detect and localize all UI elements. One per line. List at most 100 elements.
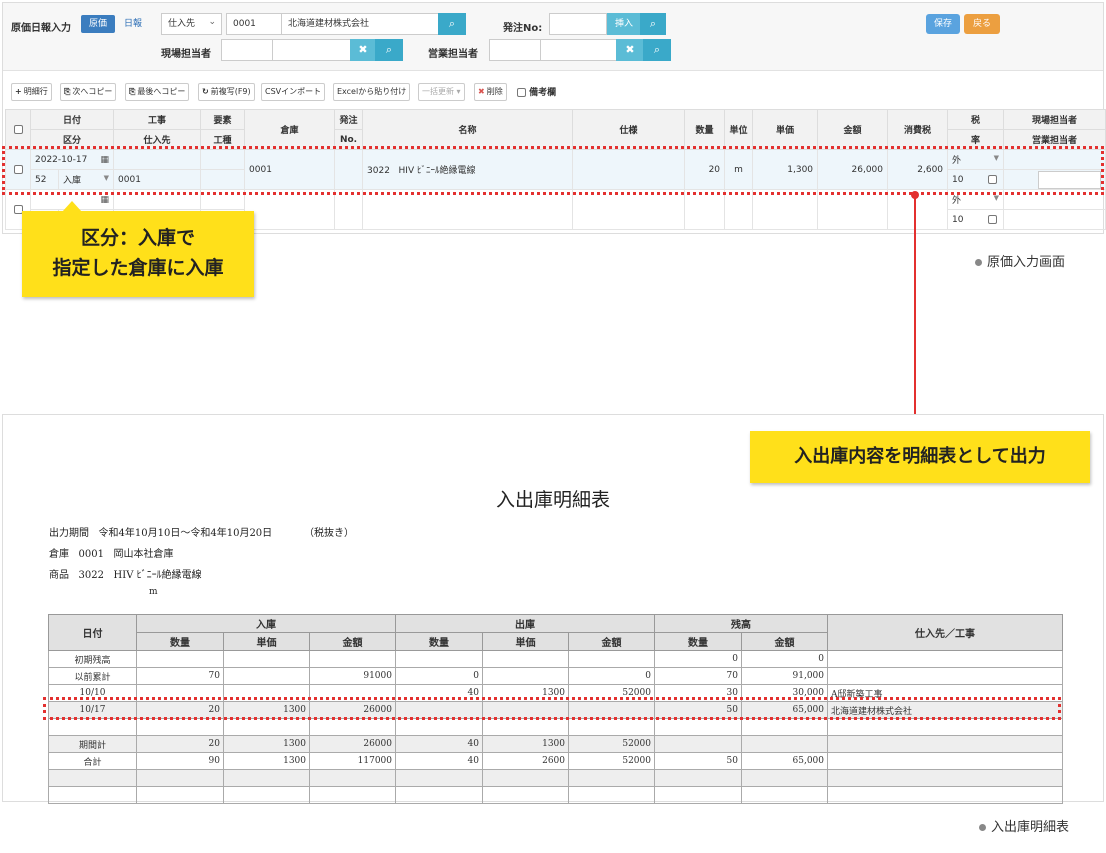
form-header: 原価日報入力 原価 日報 仕入先 0001 北海道建材株式会社 ⌕ 発注No: …: [3, 3, 1103, 71]
add-row-button[interactable]: + 明細行: [11, 83, 52, 101]
supplier-type-select[interactable]: 仕入先: [161, 13, 222, 35]
name-cell[interactable]: [362, 189, 574, 230]
r-out-qty: [395, 769, 483, 787]
r-out-price: 1300: [482, 735, 569, 753]
copy-next-button[interactable]: ⎘ 次へコピー: [60, 83, 117, 101]
r-bal-qty: [654, 786, 742, 804]
select-all-header: [5, 109, 31, 150]
site-mgr-header: 現場担当者: [1003, 109, 1106, 130]
r-bal-qty: 50: [654, 752, 742, 770]
entry-row-highlight: [2, 146, 1104, 195]
amount-cell[interactable]: [817, 189, 889, 230]
site-manager-code-input[interactable]: [221, 39, 273, 61]
site-manager-clear-button[interactable]: ✖: [350, 39, 376, 61]
r-out-amount: [568, 650, 655, 668]
order-no-label: 発注No:: [503, 23, 543, 34]
bullet-icon: [975, 259, 982, 266]
r-bal-qty: 70: [654, 667, 742, 685]
report-row: [48, 786, 1063, 804]
r-bal-amount: [741, 786, 828, 804]
site-manager-name-input[interactable]: [272, 39, 352, 61]
sales-manager-clear-button[interactable]: ✖: [616, 39, 644, 61]
supplier-name-input[interactable]: 北海道建材株式会社: [281, 13, 439, 35]
unit-header: 単位: [724, 109, 754, 150]
r-in-amount: 26000: [309, 735, 396, 753]
r-in-price: 1300: [223, 735, 310, 753]
warehouse-cell[interactable]: [244, 189, 336, 230]
r-out-price: 2600: [482, 752, 569, 770]
mode-cost-button[interactable]: 原価: [81, 15, 115, 33]
sales-manager-name-input[interactable]: [540, 39, 618, 61]
report-item: 商品 3022 HIV ﾋﾞﾆｰﾙ絶縁電線: [49, 566, 202, 581]
report-row: 以前累計 70 91000 0 0 70 91,000: [48, 667, 1063, 685]
r-supplier-header: 仕入先／工事: [827, 614, 1063, 651]
sales-manager-code-input[interactable]: [489, 39, 541, 61]
delete-icon: ✖: [478, 87, 485, 96]
report-title: 入出庫明細表: [495, 489, 610, 511]
bulk-update-button[interactable]: 一括更新 ▾: [418, 83, 465, 101]
supplier-type-value: 仕入先: [168, 19, 196, 29]
item-code: 3022: [78, 570, 104, 581]
supplier-code-input[interactable]: 0001: [226, 13, 282, 35]
calendar-icon[interactable]: ▦: [101, 195, 110, 205]
unit-cell[interactable]: [724, 189, 754, 230]
cost-entry-screen: 原価日報入力 原価 日報 仕入先 0001 北海道建材株式会社 ⌕ 発注No: …: [2, 2, 1106, 234]
delete-button[interactable]: ✖ 削除: [474, 83, 507, 101]
copy-previous-label: 前複写(F9): [210, 87, 251, 96]
order-no-cell[interactable]: [334, 189, 364, 230]
r-supplier: [827, 769, 1063, 787]
plus-icon: +: [15, 87, 22, 96]
rate-cell[interactable]: 10: [947, 209, 1005, 230]
order-search-button[interactable]: ⌕: [640, 13, 666, 35]
search-icon: ⌕: [653, 43, 661, 56]
r-supplier: [827, 735, 1063, 753]
copy-icon: ⎘: [129, 87, 136, 96]
insert-button[interactable]: 挿入: [607, 13, 641, 35]
sales-mgr-cell[interactable]: [1003, 209, 1106, 230]
r-out-price: [482, 650, 569, 668]
remarks-toggle[interactable]: 備考欄: [517, 85, 556, 98]
caption-screen: 原価入力画面: [975, 251, 1065, 270]
sales-manager-search-button[interactable]: ⌕: [643, 39, 671, 61]
r-supplier: [827, 650, 1063, 668]
warehouse-code: 0001: [78, 549, 104, 560]
qty-cell[interactable]: [684, 189, 726, 230]
back-button[interactable]: 戻る: [964, 14, 1000, 34]
site-manager-search-button[interactable]: ⌕: [375, 39, 403, 61]
r-out-price-header: 単価: [482, 632, 569, 651]
r-bal-qty: [654, 718, 742, 736]
callout-warehouse-in: 区分：入庫で 指定した倉庫に入庫: [22, 201, 254, 297]
save-button[interactable]: 保存: [926, 14, 960, 34]
tax-checkbox[interactable]: [988, 214, 998, 224]
select-all-checkbox[interactable]: [13, 124, 23, 134]
r-date: 期間計: [48, 735, 137, 753]
csv-import-button[interactable]: CSVインポート: [261, 83, 326, 101]
report-row: [48, 718, 1063, 736]
callout-line2: 指定した倉庫に入庫: [52, 257, 224, 279]
spec-cell[interactable]: [572, 189, 686, 230]
r-out-header: 出庫: [395, 614, 655, 633]
unit-price-cell[interactable]: [752, 189, 819, 230]
caption-screen-text: 原価入力画面: [987, 255, 1066, 270]
qty-header: 数量: [684, 109, 726, 150]
r-out-qty: 40: [395, 735, 483, 753]
r-date: 以前累計: [48, 667, 137, 685]
paste-excel-button[interactable]: Excelから貼り付け: [333, 83, 411, 101]
r-date: 初期残高: [48, 650, 137, 668]
order-no-input[interactable]: [549, 13, 607, 35]
r-bal-qty: [654, 735, 742, 753]
copy-previous-button[interactable]: ↻ 前複写(F9): [198, 83, 255, 101]
remarks-checkbox[interactable]: [517, 88, 526, 97]
refresh-icon: ↻: [202, 87, 209, 96]
spec-header: 仕様: [572, 109, 686, 150]
period-value: 令和4年10月10日～令和4年10月20日: [98, 528, 273, 539]
rate-value: 10: [952, 214, 964, 225]
supplier-search-button[interactable]: ⌕: [438, 13, 466, 35]
delete-label: 削除: [486, 87, 503, 96]
r-in-qty: [136, 650, 224, 668]
r-out-amount-header: 金額: [568, 632, 655, 651]
report-warehouse: 倉庫 0001 岡山本社倉庫: [49, 545, 174, 560]
copy-last-button[interactable]: ⎘ 最後へコピー: [125, 83, 190, 101]
warehouse-header: 倉庫: [244, 109, 336, 150]
mode-daily-link[interactable]: 日報: [124, 15, 142, 33]
